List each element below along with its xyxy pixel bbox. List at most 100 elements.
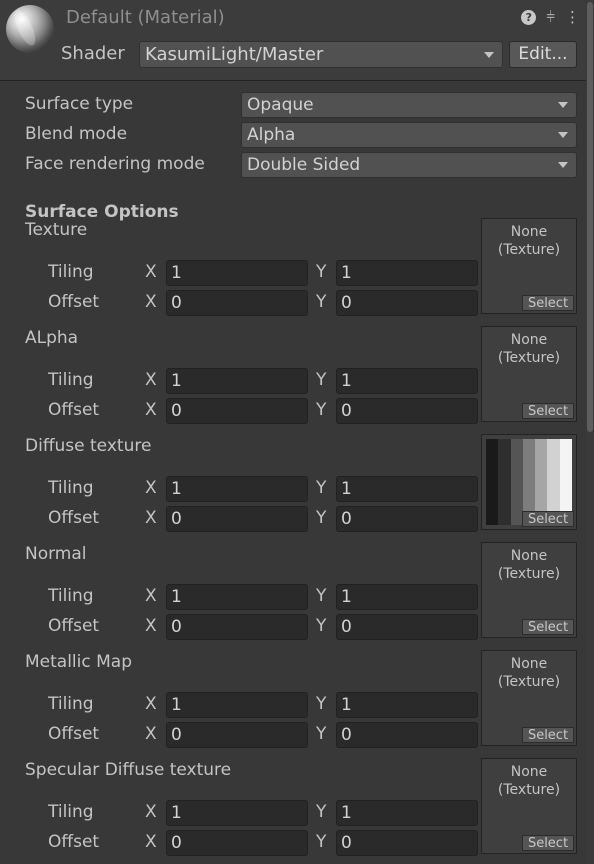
tiling-x-field[interactable]: 1 xyxy=(166,260,308,286)
setting-label: Face rendering mode xyxy=(25,154,205,174)
tiling-y-field[interactable]: 1 xyxy=(336,476,478,502)
axis-y-label: Y xyxy=(316,586,327,606)
offset-x-field[interactable]: 0 xyxy=(166,398,308,424)
texture-none-line: None xyxy=(510,548,548,564)
tiling-label: Tiling xyxy=(48,586,94,606)
sphere-material-icon xyxy=(6,5,54,53)
setting-dropdown[interactable]: Alpha xyxy=(241,122,577,148)
chevron-down-icon xyxy=(558,162,568,168)
axis-x-label: X xyxy=(145,616,157,636)
axis-x-label: X xyxy=(145,262,157,282)
tiling-label: Tiling xyxy=(48,694,94,714)
tiling-y-field[interactable]: 1 xyxy=(336,260,478,286)
tiling-x-field[interactable]: 1 xyxy=(166,368,308,394)
texture-none-line: None xyxy=(510,332,548,348)
tiling-label: Tiling xyxy=(48,478,94,498)
offset-y-field[interactable]: 0 xyxy=(336,398,478,424)
tiling-x-field[interactable]: 1 xyxy=(166,692,308,718)
sliders-icon[interactable]: ⫩ xyxy=(546,8,555,26)
offset-label: Offset xyxy=(48,724,100,744)
texture-property-name: Specular Diffuse texture xyxy=(25,760,232,780)
texture-type-line: (Texture) xyxy=(497,350,561,366)
setting-dropdown[interactable]: Double Sided xyxy=(241,152,577,178)
texture-select-button[interactable]: Select xyxy=(522,835,574,851)
tiling-x-field[interactable]: 1 xyxy=(166,800,308,826)
offset-x-field[interactable]: 0 xyxy=(166,830,308,856)
texture-property-name: Texture xyxy=(25,220,88,240)
axis-y-label: Y xyxy=(316,694,327,714)
setting-dropdown[interactable]: Opaque xyxy=(241,92,577,118)
chevron-down-icon xyxy=(484,51,494,58)
axis-y-label: Y xyxy=(316,292,327,312)
scrollbar[interactable] xyxy=(586,0,594,864)
offset-x-field[interactable]: 0 xyxy=(166,722,308,748)
axis-y-label: Y xyxy=(316,262,327,282)
section-title: Surface Options xyxy=(25,202,179,222)
axis-x-label: X xyxy=(145,724,157,744)
offset-x-field[interactable]: 0 xyxy=(166,506,308,532)
offset-label: Offset xyxy=(48,616,100,636)
axis-x-label: X xyxy=(145,694,157,714)
shader-label: Shader xyxy=(61,43,125,64)
axis-y-label: Y xyxy=(316,508,327,528)
inspector-header: Default (Material) ? ⫩ ⋮ Shader KasumiLi… xyxy=(0,0,594,81)
texture-select-button[interactable]: Select xyxy=(522,619,574,635)
shader-value: KasumiLight/Master xyxy=(145,44,324,65)
axis-x-label: X xyxy=(145,508,157,528)
texture-select-button[interactable]: Select xyxy=(522,295,574,311)
tiling-y-field[interactable]: 1 xyxy=(336,692,478,718)
texture-none-line: None xyxy=(510,764,548,780)
texture-property-name: Metallic Map xyxy=(25,652,133,672)
tiling-y-field[interactable]: 1 xyxy=(336,584,478,610)
texture-none-text: None (Texture) xyxy=(482,223,576,259)
texture-property-name: Normal xyxy=(25,544,87,564)
offset-y-field[interactable]: 0 xyxy=(336,290,478,316)
tiling-y-field[interactable]: 1 xyxy=(336,368,478,394)
texture-select-button[interactable]: Select xyxy=(522,727,574,743)
edit-shader-button[interactable]: Edit... xyxy=(509,41,577,68)
texture-slot[interactable]: None (Texture) Select xyxy=(481,218,577,314)
texture-none-line: None xyxy=(510,224,548,240)
setting-value: Alpha xyxy=(247,125,296,145)
setting-value: Double Sided xyxy=(247,155,361,175)
axis-y-label: Y xyxy=(316,400,327,420)
offset-y-field[interactable]: 0 xyxy=(336,830,478,856)
axis-y-label: Y xyxy=(316,832,327,852)
offset-label: Offset xyxy=(48,832,100,852)
offset-y-field[interactable]: 0 xyxy=(336,722,478,748)
setting-label: Surface type xyxy=(25,94,134,114)
help-icon[interactable]: ? xyxy=(521,9,537,25)
axis-x-label: X xyxy=(145,478,157,498)
texture-slot[interactable]: None (Texture) Select xyxy=(481,542,577,638)
texture-select-button[interactable]: Select xyxy=(522,403,574,419)
axis-x-label: X xyxy=(145,400,157,420)
texture-slot[interactable]: None (Texture) Select xyxy=(481,326,577,422)
offset-x-field[interactable]: 0 xyxy=(166,614,308,640)
texture-slot[interactable]: None (Texture) Select xyxy=(481,758,577,854)
texture-none-line: None xyxy=(510,656,548,672)
tiling-label: Tiling xyxy=(48,262,94,282)
kebab-menu-icon[interactable]: ⋮ xyxy=(565,8,580,26)
tiling-x-field[interactable]: 1 xyxy=(166,584,308,610)
chevron-down-icon xyxy=(558,132,568,138)
texture-select-button[interactable]: Select xyxy=(522,511,574,527)
offset-label: Offset xyxy=(48,292,100,312)
tiling-label: Tiling xyxy=(48,370,94,390)
texture-property-name: ALpha xyxy=(25,328,79,348)
scroll-thumb[interactable] xyxy=(587,2,593,432)
axis-y-label: Y xyxy=(316,724,327,744)
shader-dropdown[interactable]: KasumiLight/Master xyxy=(139,41,503,68)
tiling-x-field[interactable]: 1 xyxy=(166,476,308,502)
texture-type-line: (Texture) xyxy=(497,782,561,798)
offset-y-field[interactable]: 0 xyxy=(336,614,478,640)
texture-slot[interactable]: Select xyxy=(481,434,577,530)
offset-y-field[interactable]: 0 xyxy=(336,506,478,532)
material-title: Default (Material) xyxy=(66,7,225,28)
texture-none-text: None (Texture) xyxy=(482,763,576,799)
tiling-label: Tiling xyxy=(48,802,94,822)
setting-value: Opaque xyxy=(247,95,314,115)
offset-x-field[interactable]: 0 xyxy=(166,290,308,316)
header-icons: ? ⫩ ⋮ xyxy=(521,8,580,26)
tiling-y-field[interactable]: 1 xyxy=(336,800,478,826)
texture-slot[interactable]: None (Texture) Select xyxy=(481,650,577,746)
